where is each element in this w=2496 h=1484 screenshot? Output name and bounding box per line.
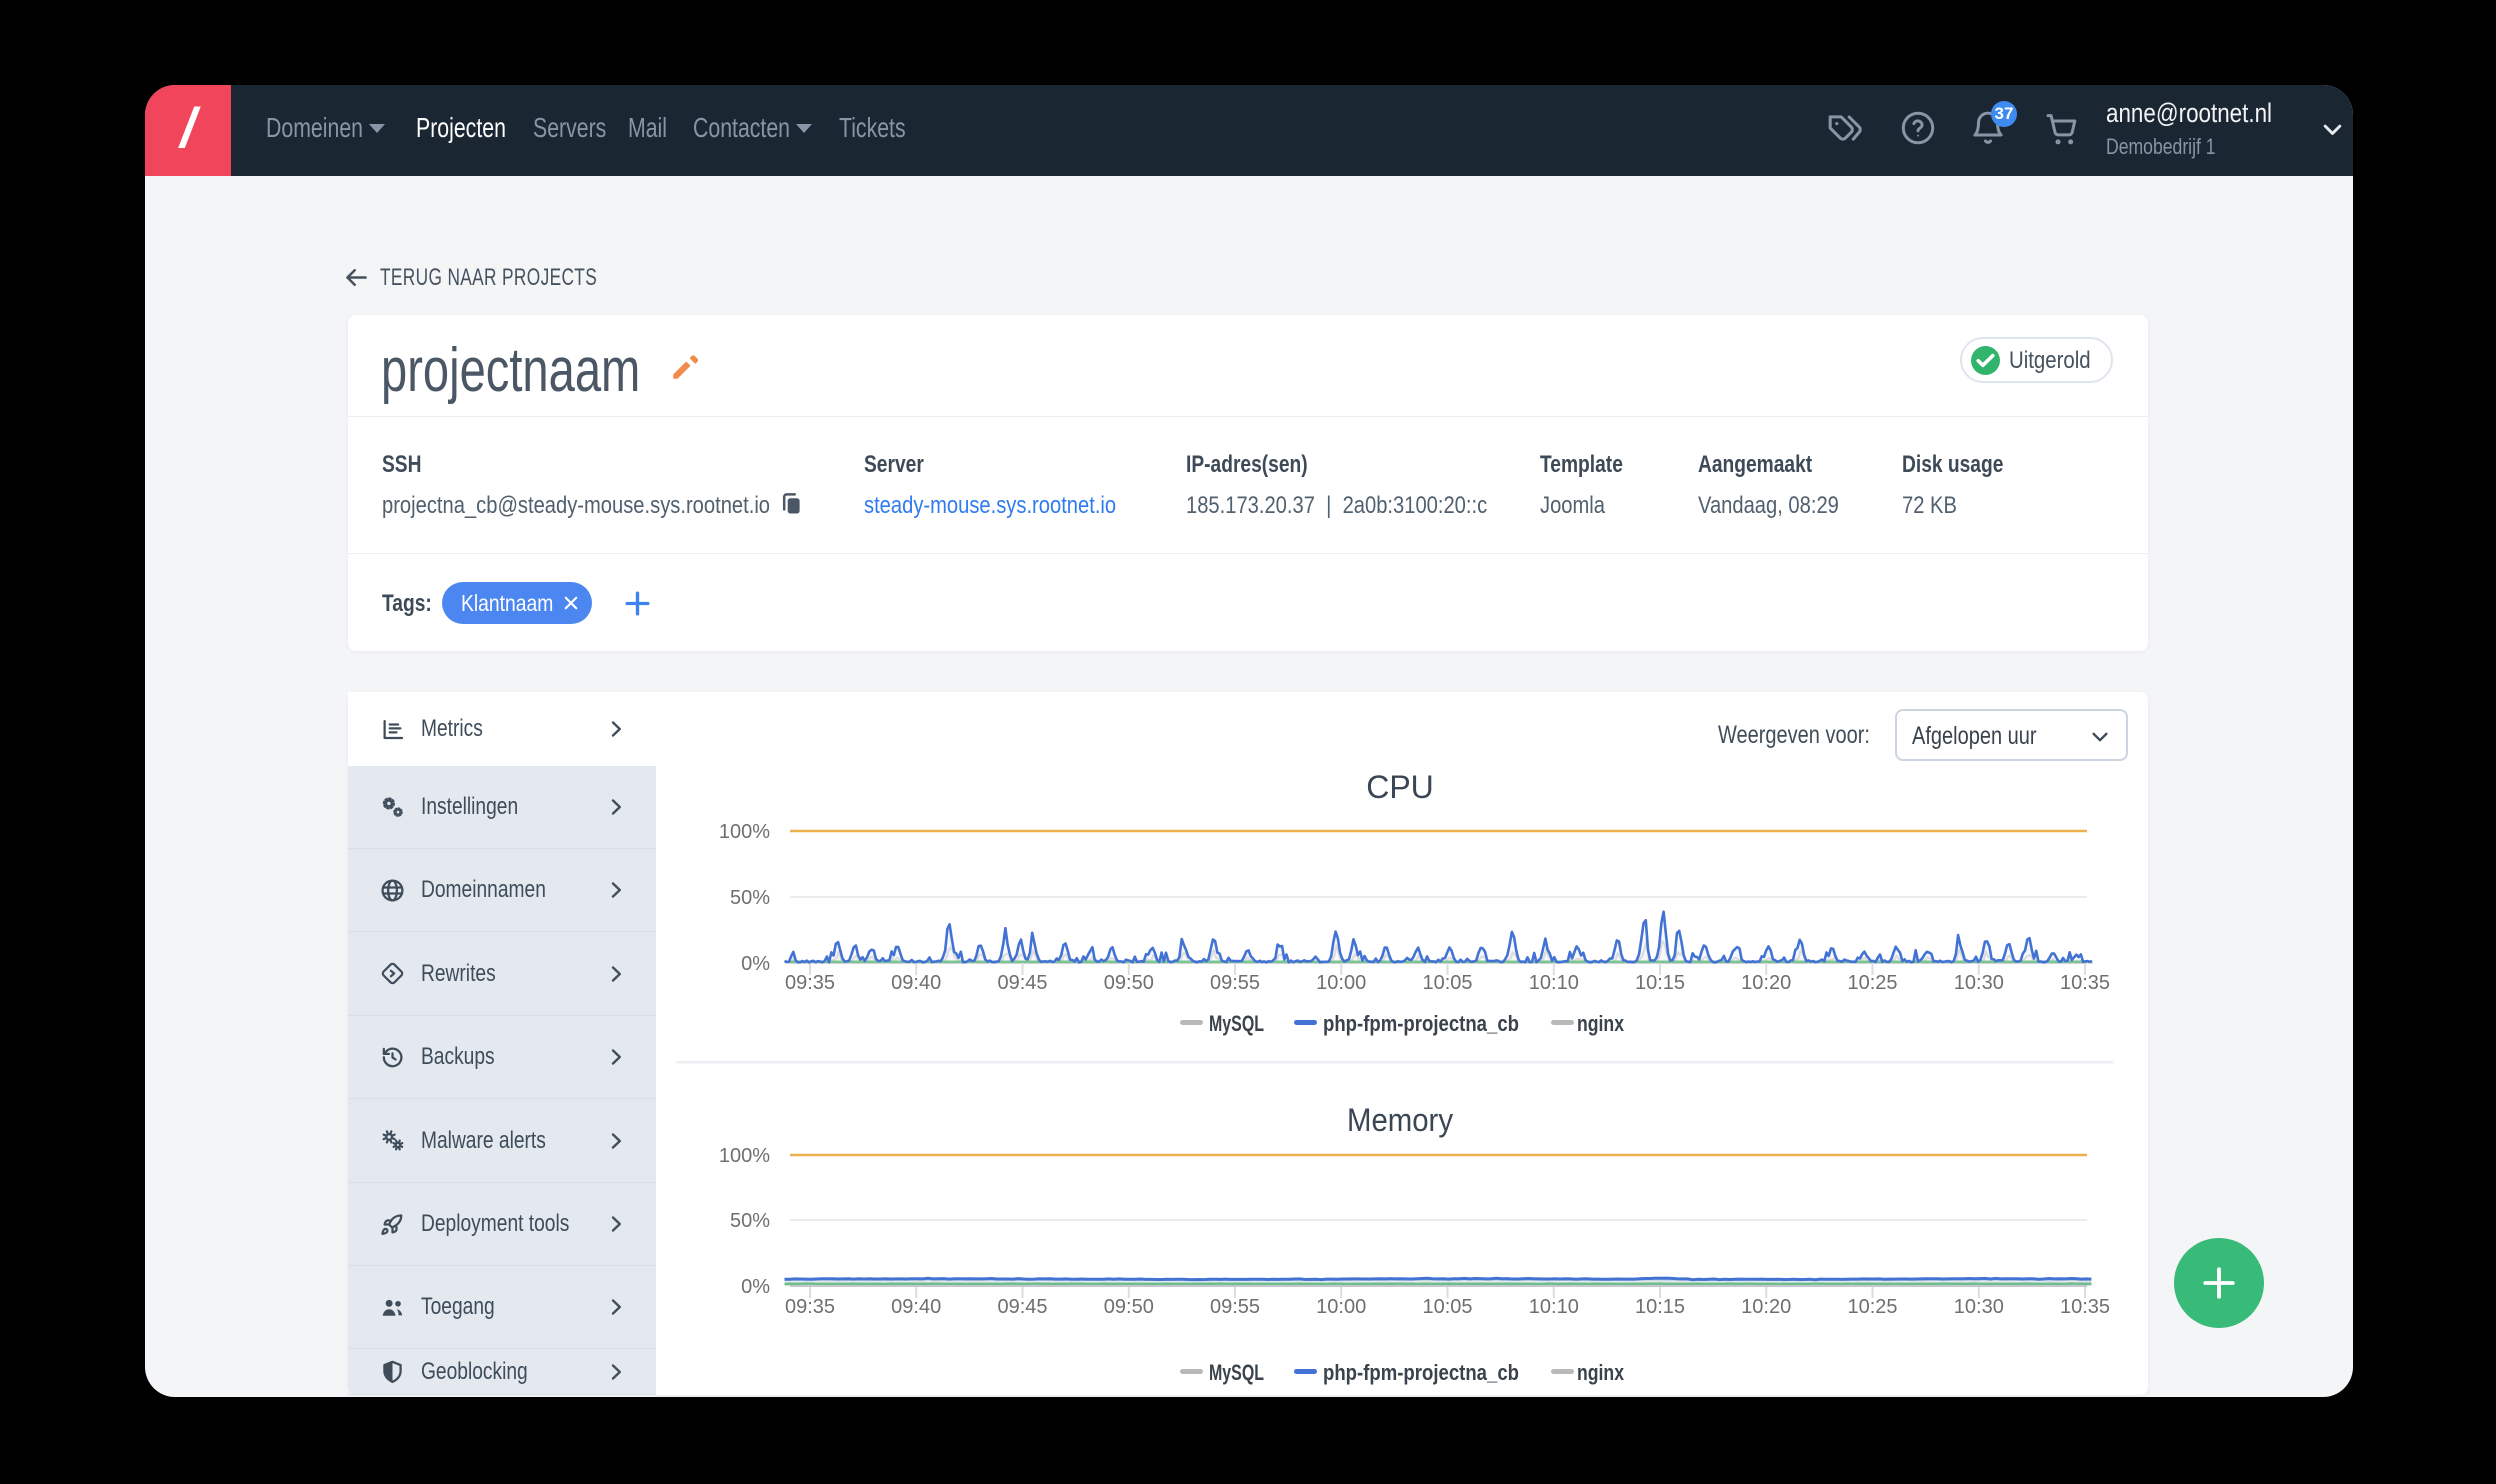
svg-text:10:20: 10:20: [1741, 1296, 1791, 1318]
svg-text:09:55: 09:55: [1210, 972, 1260, 994]
svg-text:09:50: 09:50: [1104, 972, 1154, 994]
svg-text:100%: 100%: [719, 821, 770, 843]
svg-text:nginx: nginx: [1577, 1011, 1625, 1036]
svg-text:php-fpm-projectna_cb: php-fpm-projectna_cb: [1323, 1011, 1519, 1036]
svg-text:CPU: CPU: [1366, 769, 1434, 805]
svg-text:MySQL: MySQL: [1209, 1011, 1264, 1036]
svg-text:10:35: 10:35: [2060, 1296, 2110, 1318]
svg-text:10:25: 10:25: [1847, 972, 1897, 994]
svg-text:09:40: 09:40: [891, 972, 941, 994]
svg-text:nginx: nginx: [1577, 1360, 1625, 1385]
svg-text:09:45: 09:45: [997, 972, 1047, 994]
svg-text:100%: 100%: [719, 1145, 770, 1167]
svg-text:MySQL: MySQL: [1209, 1360, 1264, 1385]
svg-text:10:15: 10:15: [1635, 1296, 1685, 1318]
svg-text:10:10: 10:10: [1529, 972, 1579, 994]
svg-text:09:35: 09:35: [785, 1296, 835, 1318]
svg-text:10:15: 10:15: [1635, 972, 1685, 994]
svg-text:10:25: 10:25: [1847, 1296, 1897, 1318]
svg-text:10:20: 10:20: [1741, 972, 1791, 994]
svg-text:09:55: 09:55: [1210, 1296, 1260, 1318]
svg-text:50%: 50%: [730, 1210, 770, 1232]
svg-text:10:30: 10:30: [1954, 972, 2004, 994]
svg-text:50%: 50%: [730, 887, 770, 909]
svg-text:09:45: 09:45: [997, 1296, 1047, 1318]
svg-text:10:30: 10:30: [1954, 1296, 2004, 1318]
svg-text:09:50: 09:50: [1104, 1296, 1154, 1318]
svg-text:Memory: Memory: [1347, 1102, 1453, 1138]
svg-text:10:00: 10:00: [1316, 1296, 1366, 1318]
svg-text:10:05: 10:05: [1422, 972, 1472, 994]
svg-text:10:00: 10:00: [1316, 972, 1366, 994]
svg-text:10:10: 10:10: [1529, 1296, 1579, 1318]
svg-text:0%: 0%: [741, 1276, 770, 1298]
svg-text:09:35: 09:35: [785, 972, 835, 994]
svg-text:10:35: 10:35: [2060, 972, 2110, 994]
svg-text:09:40: 09:40: [891, 1296, 941, 1318]
svg-text:0%: 0%: [741, 953, 770, 975]
svg-text:10:05: 10:05: [1422, 1296, 1472, 1318]
svg-text:php-fpm-projectna_cb: php-fpm-projectna_cb: [1323, 1360, 1519, 1385]
